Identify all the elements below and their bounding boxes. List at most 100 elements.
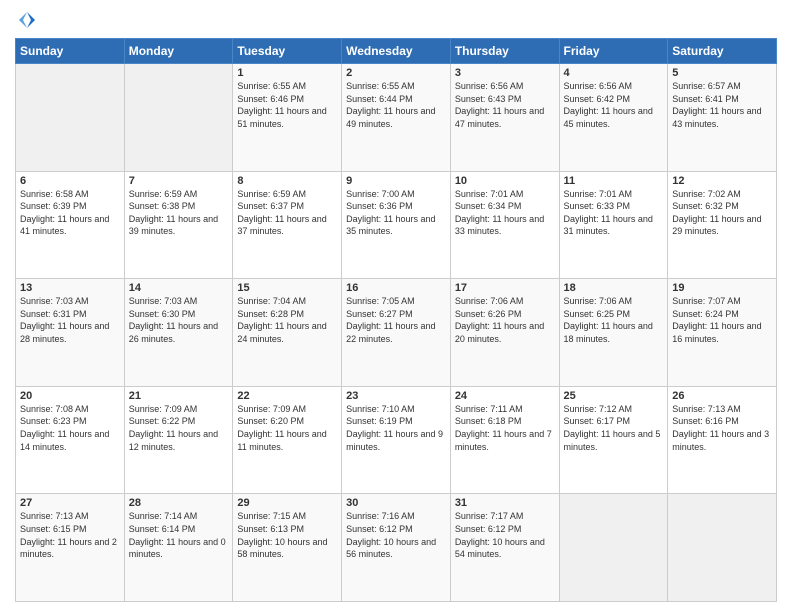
day-number: 1 [237, 67, 337, 79]
week-row-4: 20 Sunrise: 7:08 AMSunset: 6:23 PMDaylig… [16, 386, 777, 494]
day-number: 12 [672, 175, 772, 187]
day-number: 2 [346, 67, 446, 79]
weekday-header-thursday: Thursday [450, 39, 559, 64]
day-info: Sunrise: 6:58 AMSunset: 6:39 PMDaylight:… [20, 189, 109, 237]
day-cell: 17 Sunrise: 7:06 AMSunset: 6:26 PMDaylig… [450, 279, 559, 387]
day-cell: 11 Sunrise: 7:01 AMSunset: 6:33 PMDaylig… [559, 171, 668, 279]
day-number: 26 [672, 390, 772, 402]
weekday-header-friday: Friday [559, 39, 668, 64]
day-number: 14 [129, 282, 229, 294]
page: SundayMondayTuesdayWednesdayThursdayFrid… [0, 0, 792, 612]
day-cell: 14 Sunrise: 7:03 AMSunset: 6:30 PMDaylig… [124, 279, 233, 387]
logo-icon [17, 10, 37, 30]
day-number: 22 [237, 390, 337, 402]
weekday-header-saturday: Saturday [668, 39, 777, 64]
day-number: 15 [237, 282, 337, 294]
day-number: 27 [20, 497, 120, 509]
day-number: 23 [346, 390, 446, 402]
day-number: 28 [129, 497, 229, 509]
week-row-2: 6 Sunrise: 6:58 AMSunset: 6:39 PMDayligh… [16, 171, 777, 279]
day-info: Sunrise: 7:06 AMSunset: 6:26 PMDaylight:… [455, 296, 544, 344]
day-cell: 6 Sunrise: 6:58 AMSunset: 6:39 PMDayligh… [16, 171, 125, 279]
day-info: Sunrise: 7:08 AMSunset: 6:23 PMDaylight:… [20, 404, 109, 452]
day-info: Sunrise: 7:07 AMSunset: 6:24 PMDaylight:… [672, 296, 761, 344]
weekday-header-row: SundayMondayTuesdayWednesdayThursdayFrid… [16, 39, 777, 64]
day-cell: 2 Sunrise: 6:55 AMSunset: 6:44 PMDayligh… [342, 64, 451, 172]
day-cell: 10 Sunrise: 7:01 AMSunset: 6:34 PMDaylig… [450, 171, 559, 279]
week-row-3: 13 Sunrise: 7:03 AMSunset: 6:31 PMDaylig… [16, 279, 777, 387]
day-number: 10 [455, 175, 555, 187]
day-cell: 21 Sunrise: 7:09 AMSunset: 6:22 PMDaylig… [124, 386, 233, 494]
day-number: 9 [346, 175, 446, 187]
day-info: Sunrise: 7:03 AMSunset: 6:31 PMDaylight:… [20, 296, 109, 344]
day-number: 20 [20, 390, 120, 402]
day-info: Sunrise: 7:10 AMSunset: 6:19 PMDaylight:… [346, 404, 443, 452]
day-info: Sunrise: 7:13 AMSunset: 6:16 PMDaylight:… [672, 404, 769, 452]
day-info: Sunrise: 7:11 AMSunset: 6:18 PMDaylight:… [455, 404, 552, 452]
weekday-header-tuesday: Tuesday [233, 39, 342, 64]
day-cell: 28 Sunrise: 7:14 AMSunset: 6:14 PMDaylig… [124, 494, 233, 602]
day-cell: 9 Sunrise: 7:00 AMSunset: 6:36 PMDayligh… [342, 171, 451, 279]
day-info: Sunrise: 7:12 AMSunset: 6:17 PMDaylight:… [564, 404, 661, 452]
day-info: Sunrise: 6:57 AMSunset: 6:41 PMDaylight:… [672, 81, 761, 129]
day-info: Sunrise: 7:13 AMSunset: 6:15 PMDaylight:… [20, 511, 117, 559]
header [15, 10, 777, 30]
day-cell: 31 Sunrise: 7:17 AMSunset: 6:12 PMDaylig… [450, 494, 559, 602]
day-info: Sunrise: 6:56 AMSunset: 6:43 PMDaylight:… [455, 81, 544, 129]
day-number: 6 [20, 175, 120, 187]
day-cell: 20 Sunrise: 7:08 AMSunset: 6:23 PMDaylig… [16, 386, 125, 494]
day-number: 17 [455, 282, 555, 294]
day-info: Sunrise: 6:59 AMSunset: 6:37 PMDaylight:… [237, 189, 326, 237]
day-number: 4 [564, 67, 664, 79]
day-cell: 1 Sunrise: 6:55 AMSunset: 6:46 PMDayligh… [233, 64, 342, 172]
day-cell: 29 Sunrise: 7:15 AMSunset: 6:13 PMDaylig… [233, 494, 342, 602]
day-number: 29 [237, 497, 337, 509]
day-cell: 18 Sunrise: 7:06 AMSunset: 6:25 PMDaylig… [559, 279, 668, 387]
week-row-5: 27 Sunrise: 7:13 AMSunset: 6:15 PMDaylig… [16, 494, 777, 602]
day-cell: 27 Sunrise: 7:13 AMSunset: 6:15 PMDaylig… [16, 494, 125, 602]
day-number: 11 [564, 175, 664, 187]
day-info: Sunrise: 7:17 AMSunset: 6:12 PMDaylight:… [455, 511, 545, 559]
day-cell: 30 Sunrise: 7:16 AMSunset: 6:12 PMDaylig… [342, 494, 451, 602]
day-number: 30 [346, 497, 446, 509]
weekday-header-wednesday: Wednesday [342, 39, 451, 64]
day-number: 31 [455, 497, 555, 509]
day-cell: 22 Sunrise: 7:09 AMSunset: 6:20 PMDaylig… [233, 386, 342, 494]
day-cell: 19 Sunrise: 7:07 AMSunset: 6:24 PMDaylig… [668, 279, 777, 387]
day-number: 3 [455, 67, 555, 79]
day-info: Sunrise: 7:15 AMSunset: 6:13 PMDaylight:… [237, 511, 327, 559]
day-number: 19 [672, 282, 772, 294]
day-cell: 8 Sunrise: 6:59 AMSunset: 6:37 PMDayligh… [233, 171, 342, 279]
day-number: 13 [20, 282, 120, 294]
day-cell: 5 Sunrise: 6:57 AMSunset: 6:41 PMDayligh… [668, 64, 777, 172]
day-cell: 12 Sunrise: 7:02 AMSunset: 6:32 PMDaylig… [668, 171, 777, 279]
day-number: 8 [237, 175, 337, 187]
weekday-header-sunday: Sunday [16, 39, 125, 64]
day-info: Sunrise: 7:01 AMSunset: 6:34 PMDaylight:… [455, 189, 544, 237]
day-number: 21 [129, 390, 229, 402]
day-info: Sunrise: 6:56 AMSunset: 6:42 PMDaylight:… [564, 81, 653, 129]
day-cell [668, 494, 777, 602]
day-cell: 3 Sunrise: 6:56 AMSunset: 6:43 PMDayligh… [450, 64, 559, 172]
day-info: Sunrise: 7:16 AMSunset: 6:12 PMDaylight:… [346, 511, 436, 559]
day-cell: 13 Sunrise: 7:03 AMSunset: 6:31 PMDaylig… [16, 279, 125, 387]
day-info: Sunrise: 7:06 AMSunset: 6:25 PMDaylight:… [564, 296, 653, 344]
day-info: Sunrise: 7:09 AMSunset: 6:20 PMDaylight:… [237, 404, 326, 452]
logo [15, 10, 37, 30]
day-info: Sunrise: 6:55 AMSunset: 6:44 PMDaylight:… [346, 81, 435, 129]
day-cell [124, 64, 233, 172]
day-info: Sunrise: 7:02 AMSunset: 6:32 PMDaylight:… [672, 189, 761, 237]
day-info: Sunrise: 7:01 AMSunset: 6:33 PMDaylight:… [564, 189, 653, 237]
day-cell: 7 Sunrise: 6:59 AMSunset: 6:38 PMDayligh… [124, 171, 233, 279]
day-cell: 25 Sunrise: 7:12 AMSunset: 6:17 PMDaylig… [559, 386, 668, 494]
day-number: 25 [564, 390, 664, 402]
day-cell: 24 Sunrise: 7:11 AMSunset: 6:18 PMDaylig… [450, 386, 559, 494]
day-info: Sunrise: 7:05 AMSunset: 6:27 PMDaylight:… [346, 296, 435, 344]
day-info: Sunrise: 7:00 AMSunset: 6:36 PMDaylight:… [346, 189, 435, 237]
day-number: 7 [129, 175, 229, 187]
day-info: Sunrise: 7:03 AMSunset: 6:30 PMDaylight:… [129, 296, 218, 344]
day-info: Sunrise: 7:14 AMSunset: 6:14 PMDaylight:… [129, 511, 226, 559]
day-cell [559, 494, 668, 602]
day-cell: 16 Sunrise: 7:05 AMSunset: 6:27 PMDaylig… [342, 279, 451, 387]
day-info: Sunrise: 7:09 AMSunset: 6:22 PMDaylight:… [129, 404, 218, 452]
